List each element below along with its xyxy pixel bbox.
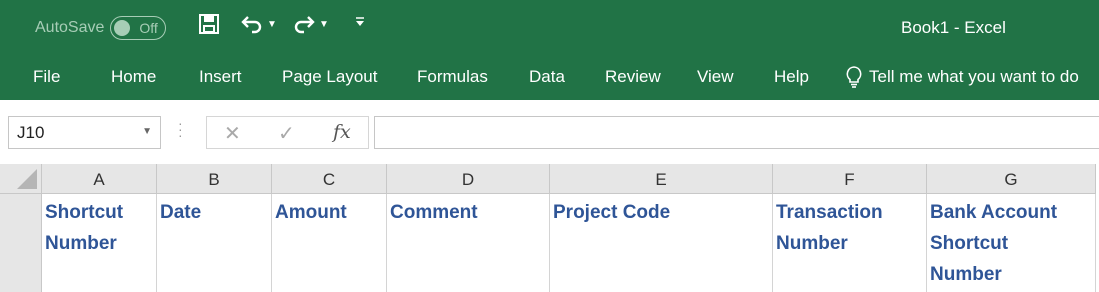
toggle-knob [114,20,131,36]
autosave-toggle[interactable]: AutoSave Off [35,16,167,40]
lightbulb-icon [846,66,862,88]
tell-me-search[interactable]: Tell me what you want to do [845,65,1079,89]
tab-formulas[interactable]: Formulas [417,67,488,87]
redo-button[interactable]: ▼ [292,13,329,35]
tab-help[interactable]: Help [774,67,809,87]
column-header-d[interactable]: D [387,164,550,194]
formula-input[interactable] [374,116,1099,149]
column-header-g[interactable]: G [927,164,1096,194]
column-header-b[interactable]: B [157,164,272,194]
redo-icon [294,16,315,34]
save-button[interactable] [198,13,220,35]
select-all-triangle-icon [17,169,37,189]
cell-g1-line3: Number [930,264,1002,285]
column-header-e[interactable]: E [550,164,773,194]
redo-dropdown-icon[interactable]: ▼ [319,19,329,30]
name-box-dropdown-icon[interactable]: ▼ [142,126,152,137]
cancel-icon[interactable]: ✕ [224,121,241,146]
cell-e1[interactable]: Project Code [550,194,773,292]
autosave-state: Off [139,20,158,36]
ribbon-tabs: File Home Insert Page Layout Formulas Da… [0,54,1099,100]
formula-buttons: ✕ ✓ fx [206,116,369,149]
cell-a1[interactable]: Shortcut Number [42,194,157,292]
tab-page-layout[interactable]: Page Layout [282,67,377,87]
cell-c1-line1: Amount [275,202,347,223]
customize-qat-icon [356,17,364,26]
autosave-switch[interactable]: Off [110,16,167,40]
title-bar: AutoSave Off ▼ ▼ Book1 - Excel [0,0,1099,54]
enter-icon[interactable]: ✓ [278,121,295,146]
cell-a1-line1: Shortcut [45,202,124,223]
cell-d1[interactable]: Comment [387,194,550,292]
cell-d1-line1: Comment [390,202,478,223]
select-all-button[interactable] [0,164,42,194]
cell-g1-line2: Shortcut [930,233,1009,254]
column-header-f[interactable]: F [773,164,927,194]
formula-bar-area: J10 ▼ · · · ✕ ✓ fx [0,100,1099,164]
tab-data[interactable]: Data [529,67,565,87]
row-header-1[interactable] [0,194,42,292]
cell-f1[interactable]: Transaction Number [773,194,927,292]
column-header-a[interactable]: A [42,164,157,194]
cell-b1[interactable]: Date [157,194,272,292]
undo-button[interactable]: ▼ [240,13,277,35]
tell-me-text: Tell me what you want to do [869,67,1079,86]
name-box[interactable]: J10 ▼ [8,116,161,149]
undo-dropdown-icon[interactable]: ▼ [267,19,277,30]
formula-bar-grip-icon[interactable]: · · · [178,116,183,142]
name-box-value: J10 [17,123,45,142]
cell-f1-line1: Transaction [776,202,883,223]
tab-file[interactable]: File [33,67,60,87]
tab-home[interactable]: Home [111,67,156,87]
cell-e1-line1: Project Code [553,202,671,223]
save-icon [199,14,219,34]
customize-qat-button[interactable] [354,16,366,28]
tab-review[interactable]: Review [605,67,661,87]
cell-b1-line1: Date [160,202,202,223]
cell-g1-line1: Bank Account [930,202,1058,223]
cell-a1-line2: Number [45,233,117,254]
document-title: Book1 - Excel [901,18,1006,37]
undo-icon [241,16,262,34]
column-header-c[interactable]: C [272,164,387,194]
cell-c1[interactable]: Amount [272,194,387,292]
insert-function-button[interactable]: fx [333,121,351,143]
cell-f1-line2: Number [776,233,848,254]
tab-view[interactable]: View [697,67,734,87]
cell-g1[interactable]: Bank Account Shortcut Number [927,194,1096,292]
tab-insert[interactable]: Insert [199,67,242,87]
autosave-label: AutoSave [35,19,105,36]
